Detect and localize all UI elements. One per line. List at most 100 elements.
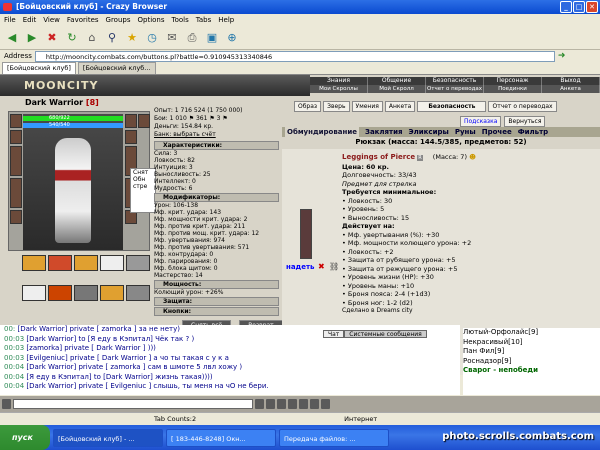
slot-helmet[interactable]	[10, 114, 22, 128]
search-icon[interactable]: ⚲	[103, 29, 121, 47]
belt-slot[interactable]	[100, 255, 124, 271]
sound-icon[interactable]	[310, 399, 319, 409]
clear-icon[interactable]	[277, 399, 286, 409]
task-file-transfer[interactable]: Передача файлов: ...	[279, 428, 389, 447]
settings-icon[interactable]	[321, 399, 330, 409]
menu-tools[interactable]: Tools	[172, 14, 189, 26]
print-icon[interactable]: ⎙	[183, 29, 201, 47]
security-button[interactable]: Безопасность	[417, 101, 487, 112]
section-buttons[interactable]: Кнопки:	[154, 307, 279, 316]
profile-button[interactable]: Анкета	[384, 101, 416, 112]
home-icon[interactable]: ⌂	[83, 29, 101, 47]
tab-other[interactable]: Прочее	[482, 127, 512, 137]
section-power[interactable]: Мощность:	[154, 280, 279, 289]
user-item[interactable]: Лютый-Орфолайс[9]	[463, 328, 600, 338]
refresh-icon[interactable]: ↻	[63, 29, 81, 47]
subnav-scrolls[interactable]: Мои Скроллы	[310, 85, 368, 93]
stat-bank[interactable]: Банк: выбрать счёт	[154, 131, 279, 139]
zoom-icon[interactable]: ⊕	[223, 29, 241, 47]
section-characteristics[interactable]: Характеристики:	[154, 141, 279, 150]
section-modifiers[interactable]: Модификаторы:	[154, 193, 279, 202]
tab-elixirs[interactable]: Эликсиры	[409, 127, 449, 137]
send-icon[interactable]	[255, 399, 264, 409]
slot-gloves[interactable]	[125, 130, 137, 144]
forward-icon[interactable]: ▶	[23, 29, 41, 47]
history-icon[interactable]: ◷	[143, 29, 161, 47]
section-defense[interactable]: Защита:	[154, 297, 279, 306]
chat-text[interactable]: [Evilgeniuc] private [ Dark Warrior ] а …	[26, 354, 229, 362]
nav-security[interactable]: Безопасность	[426, 77, 484, 85]
image-button[interactable]: Образ	[294, 101, 322, 112]
back-button[interactable]: Вернуться	[504, 116, 546, 127]
belt-slot[interactable]	[100, 285, 124, 301]
go-icon[interactable]: ➜	[558, 51, 566, 61]
tab-spells[interactable]: Заклятия	[365, 127, 403, 137]
slot-ring-2[interactable]	[138, 114, 150, 128]
chat-text[interactable]: [Dark Warrior] private [ Evilgeniuc ] сл…	[26, 382, 268, 390]
chat-input[interactable]	[13, 399, 253, 409]
wear-link[interactable]: надеть	[286, 263, 314, 271]
maximize-button[interactable]: □	[573, 1, 585, 13]
belt-slot[interactable]	[74, 285, 98, 301]
slot-amulet[interactable]	[10, 130, 22, 144]
translit-icon[interactable]	[299, 399, 308, 409]
minimize-button[interactable]: _	[560, 1, 572, 13]
belt-slot[interactable]	[126, 255, 150, 271]
start-button[interactable]: пуск	[0, 425, 50, 450]
tab-fightclub-2[interactable]: [Бойцовский клуб...	[77, 62, 156, 74]
tab-runes[interactable]: Руны	[455, 127, 476, 137]
slot-weapon[interactable]	[10, 146, 22, 176]
subnav-profile[interactable]: Анкета	[542, 85, 600, 93]
filter-icon[interactable]	[288, 399, 297, 409]
task-browser[interactable]: [Бойцовский клуб] - ...	[53, 428, 163, 447]
menu-view[interactable]: View	[43, 14, 60, 26]
favorites-icon[interactable]: ★	[123, 29, 141, 47]
menu-help[interactable]: Help	[218, 14, 234, 26]
stop-icon[interactable]: ✖	[43, 29, 61, 47]
belt-slot[interactable]	[22, 255, 46, 271]
chat-text[interactable]: [Dark Warrior] private [ zamorka ] сам в…	[26, 363, 242, 371]
slot-belt[interactable]	[10, 210, 22, 224]
nav-communication[interactable]: Общение	[368, 77, 426, 85]
chat-text[interactable]: [zamorka] private [ Dark Warrior ] )))	[26, 344, 156, 352]
user-item[interactable]: Пан Фил[9]	[463, 347, 600, 357]
menu-tabs[interactable]: Tabs	[196, 14, 212, 26]
menu-groups[interactable]: Groups	[106, 14, 131, 26]
tab-filter[interactable]: Фильтр	[518, 127, 548, 137]
window-icon[interactable]: ▣	[203, 29, 221, 47]
tab-chat[interactable]: Чат	[323, 330, 345, 338]
address-input[interactable]: http://mooncity.combats.com/buttons.pl?b…	[34, 50, 555, 62]
tab-system-messages[interactable]: Системные сообщения	[344, 330, 427, 338]
belt-slot[interactable]	[22, 285, 46, 301]
leggings-image[interactable]	[300, 209, 312, 259]
menu-file[interactable]: File	[4, 14, 16, 26]
back-icon[interactable]: ◀	[3, 29, 21, 47]
nav-character[interactable]: Персонаж	[484, 77, 542, 85]
belt-slot[interactable]	[74, 255, 98, 271]
slot-armor[interactable]	[10, 178, 22, 208]
belt-slot[interactable]	[48, 255, 72, 271]
chat-menu-icon[interactable]	[2, 399, 11, 409]
menu-favorites[interactable]: Favorites	[67, 14, 99, 26]
subnav-myscroll[interactable]: Мой Скролл	[368, 85, 426, 93]
beast-button[interactable]: Зверь	[323, 101, 350, 112]
task-messenger[interactable]: [ 183-446-8248] Окн...	[166, 428, 276, 447]
drop-icon[interactable]: ✖	[318, 262, 325, 271]
slot-ring-1[interactable]	[125, 114, 137, 128]
transfers-button[interactable]: Отчет о переводах	[488, 101, 557, 112]
user-item[interactable]: Некрасивый[10]	[463, 338, 600, 348]
bag-icon[interactable]: ⛓	[329, 262, 339, 271]
close-button[interactable]: ✕	[586, 1, 598, 13]
item-name[interactable]: Leggings of Pierce	[342, 153, 415, 161]
smile-icon[interactable]	[266, 399, 275, 409]
hint-button[interactable]: Подсказка	[460, 116, 502, 127]
chat-text[interactable]: [Я еду в Кэпитал] to [Dark Warrior] жизн…	[26, 373, 212, 381]
skills-button[interactable]: Умения	[351, 101, 383, 112]
nav-knowledge[interactable]: Знания	[310, 77, 368, 85]
menu-edit[interactable]: Edit	[23, 14, 37, 26]
nav-exit[interactable]: Выход	[542, 77, 600, 85]
belt-slot[interactable]	[48, 285, 72, 301]
subnav-transfers[interactable]: Отчет о переводах	[426, 85, 484, 93]
menu-options[interactable]: Options	[138, 14, 165, 26]
mail-icon[interactable]: ✉	[163, 29, 181, 47]
